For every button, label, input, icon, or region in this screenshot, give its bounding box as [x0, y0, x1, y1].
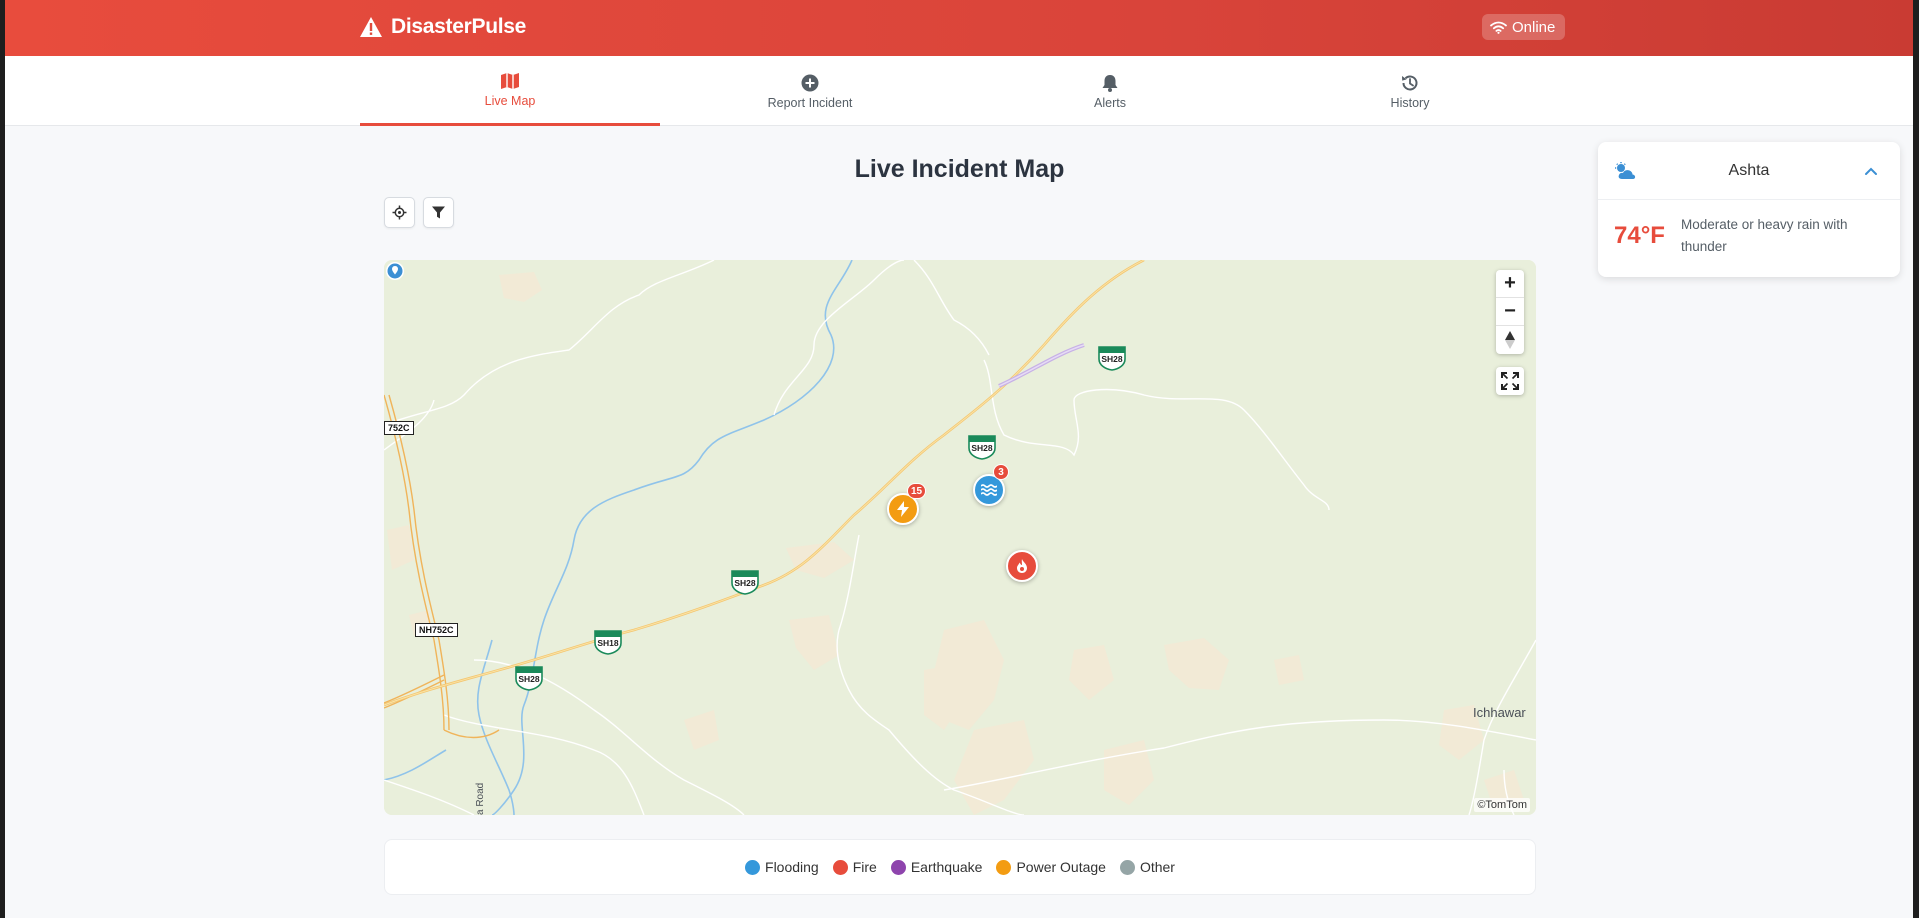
- incident-map[interactable]: 752C NH752C SH28 SH28 SH28 SH28 SH18 Ich…: [384, 260, 1536, 815]
- filter-icon: [432, 206, 445, 219]
- main-nav: Live Map Report Incident Alerts History: [5, 56, 1913, 126]
- legend-item-earthquake: Earthquake: [890, 859, 983, 875]
- legend-dot: [1119, 859, 1135, 875]
- window-frame-left: [0, 0, 5, 918]
- legend-label: Flooding: [765, 859, 819, 875]
- connection-status-text: Online: [1512, 18, 1556, 36]
- incident-legend: Flooding Fire Earthquake Power Outage Ot…: [384, 839, 1536, 895]
- highway-shield: SH28: [514, 665, 544, 691]
- reset-north-button[interactable]: [1496, 326, 1524, 354]
- legend-item-flooding: Flooding: [745, 859, 819, 875]
- app-header: DisasterPulse Online: [5, 0, 1913, 56]
- tab-report-incident[interactable]: Report Incident: [660, 56, 960, 126]
- window-frame-right: [1913, 0, 1919, 918]
- road-label: 752C: [384, 421, 414, 435]
- brand[interactable]: DisasterPulse: [359, 15, 526, 39]
- locate-me-button[interactable]: [384, 197, 415, 228]
- tab-label: History: [1390, 95, 1430, 110]
- wifi-icon: [1490, 21, 1507, 34]
- warning-icon: [360, 17, 382, 37]
- legend-dot: [745, 859, 761, 875]
- weather-city: Ashta: [1728, 161, 1770, 179]
- map-pin-icon[interactable]: [386, 262, 404, 280]
- highway-shield: SH18: [593, 629, 623, 655]
- road-label: NH752C: [415, 623, 458, 637]
- expand-icon: [1501, 372, 1519, 390]
- cloud-sun-icon: [1615, 161, 1636, 179]
- highway-shield: SH28: [967, 434, 997, 460]
- road-name-label: a Road: [475, 782, 486, 815]
- legend-item-other: Other: [1119, 859, 1175, 875]
- weather-widget: Ashta 74°F Moderate or heavy rain with t…: [1598, 142, 1900, 277]
- legend-item-fire: Fire: [832, 859, 877, 875]
- zoom-out-button[interactable]: −: [1496, 298, 1524, 326]
- map-attribution[interactable]: ©TomTom: [1474, 798, 1530, 812]
- compass-icon: [1505, 331, 1515, 349]
- legend-dot: [996, 859, 1012, 875]
- connection-status-badge: Online: [1482, 14, 1566, 40]
- cluster-count-badge: 3: [993, 464, 1009, 480]
- water-waves-icon: [981, 484, 997, 496]
- legend-label: Power Outage: [1016, 859, 1106, 875]
- tab-label: Alerts: [1094, 95, 1126, 110]
- filter-button[interactable]: [423, 197, 454, 228]
- power-outage-cluster-marker[interactable]: 15: [887, 483, 927, 525]
- history-icon: [1402, 75, 1418, 90]
- lightning-icon: [897, 501, 909, 517]
- fullscreen-button[interactable]: [1496, 367, 1524, 395]
- legend-dot: [832, 859, 848, 875]
- fire-icon: [1017, 559, 1027, 573]
- legend-dot: [890, 859, 906, 875]
- bell-icon: [1102, 74, 1118, 92]
- legend-label: Fire: [852, 859, 877, 875]
- chevron-up-icon[interactable]: [1864, 166, 1878, 176]
- map-icon: [501, 73, 519, 89]
- tab-label: Report Incident: [767, 95, 853, 110]
- legend-item-power-outage: Power Outage: [996, 859, 1106, 875]
- highway-shield: SH28: [730, 569, 760, 595]
- zoom-controls: + −: [1496, 270, 1524, 354]
- weather-body: 74°F Moderate or heavy rain with thunder: [1598, 200, 1900, 258]
- fire-incident-marker[interactable]: [1006, 550, 1038, 582]
- cluster-count-badge: 15: [907, 483, 927, 499]
- zoom-in-button[interactable]: +: [1496, 270, 1524, 298]
- flooding-cluster-marker[interactable]: 3: [973, 464, 1009, 506]
- tab-history[interactable]: History: [1260, 56, 1560, 126]
- crosshair-icon: [392, 205, 407, 220]
- tab-live-map[interactable]: Live Map: [360, 56, 660, 126]
- plus-circle-icon: [801, 74, 819, 91]
- legend-label: Other: [1139, 859, 1175, 875]
- tab-label: Live Map: [484, 94, 536, 108]
- place-label: Ichhawar: [1473, 705, 1526, 720]
- tab-alerts[interactable]: Alerts: [960, 56, 1260, 126]
- weather-temperature: 74°F: [1614, 222, 1665, 249]
- app-title: DisasterPulse: [391, 15, 527, 38]
- weather-description: Moderate or heavy rain with thunder: [1680, 217, 1848, 254]
- highway-shield: SH28: [1097, 345, 1127, 371]
- map-tiles[interactable]: [384, 260, 1536, 815]
- legend-label: Earthquake: [910, 859, 983, 875]
- weather-header[interactable]: Ashta: [1598, 142, 1900, 200]
